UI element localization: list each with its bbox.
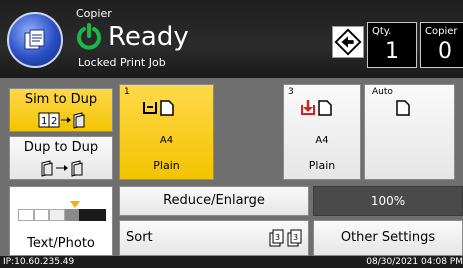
sort-button[interactable]: Sort 3 3	[119, 220, 309, 256]
dup-to-dup-label: Dup to Dup	[23, 140, 99, 155]
tray-3-number: 3	[288, 87, 294, 97]
dup-to-dup-icon	[41, 160, 83, 177]
density-step	[78, 209, 93, 221]
density-step	[92, 209, 107, 221]
tray-1-size: A4	[159, 135, 174, 146]
density-step	[65, 209, 79, 221]
dup-to-dup-button[interactable]: Dup to Dup	[9, 136, 113, 180]
copy-icon	[24, 29, 45, 50]
text-photo-label: Text/Photo	[27, 236, 95, 251]
tray-1-number: 1	[124, 87, 130, 97]
app-title: Copier	[76, 7, 112, 20]
copier-label: Copier	[425, 26, 458, 37]
density-step	[33, 209, 50, 221]
date-time: 08/30/2021 04:08 PM	[366, 257, 463, 267]
quantity-display: Qty. 1	[367, 22, 417, 68]
reduce-enlarge-label: Reduce/Enlarge	[163, 193, 265, 208]
tray-1-button[interactable]: 1 A4 Plain	[119, 84, 214, 180]
qty-value: 1	[385, 39, 399, 64]
density-marker-icon	[70, 201, 80, 208]
auto-paper-label: Auto	[372, 87, 393, 97]
reduce-enlarge-button[interactable]: Reduce/Enlarge	[119, 186, 309, 216]
ip-address: IP:10.60.235.49	[3, 257, 75, 267]
tray-1-type: Plain	[153, 159, 180, 172]
auto-paper-button[interactable]: Auto	[364, 84, 455, 180]
density-scale	[18, 209, 107, 221]
density-step	[18, 209, 34, 221]
zoom-ratio-value: 100%	[370, 194, 406, 208]
sim-to-dup-icon: 1 2	[38, 112, 85, 129]
other-settings-button[interactable]: Other Settings	[313, 220, 463, 256]
tray-paper-icon	[143, 100, 174, 116]
density-step	[49, 209, 66, 221]
other-settings-label: Other Settings	[340, 230, 436, 245]
sim-to-dup-button[interactable]: Sim to Dup 1 2	[9, 88, 113, 132]
tray-3-type: Plain	[308, 159, 336, 172]
copier-value: 0	[438, 39, 452, 64]
locked-print-job-label: Locked Print Job	[78, 56, 166, 69]
tray-3-size: A4	[315, 135, 329, 146]
svg-text:3: 3	[293, 233, 298, 242]
ready-power-icon	[77, 23, 101, 50]
status-bar: IP:10.60.235.49 08/30/2021 04:08 PM	[0, 256, 463, 268]
text-photo-button[interactable]: Text/Photo	[9, 186, 113, 256]
qty-label: Qty.	[372, 26, 392, 37]
tray-empty-icon	[301, 100, 332, 116]
check-status-button[interactable]	[332, 26, 364, 58]
header-bar: Copier Ready Locked Print Job Qty. 1 Cop…	[0, 0, 463, 78]
svg-text:2: 2	[51, 116, 57, 127]
sim-to-dup-label: Sim to Dup	[24, 92, 98, 107]
svg-text:3: 3	[275, 233, 280, 242]
ready-label: Ready	[108, 22, 189, 52]
copier-count-display: Copier 0	[420, 22, 463, 68]
zoom-ratio-display: 100%	[313, 186, 463, 216]
sort-icon: 3 3	[269, 229, 302, 247]
copier-app-badge[interactable]	[7, 12, 63, 68]
swap-arrows-icon	[334, 28, 362, 56]
paper-icon	[396, 100, 410, 116]
ready-status: Ready	[74, 22, 189, 52]
svg-text:1: 1	[41, 116, 47, 127]
tray-3-button[interactable]: 3 A4 Plain	[283, 84, 361, 180]
main-panel: Sim to Dup 1 2 Dup to Dup 1 A4 Plain 3 A…	[0, 78, 463, 256]
sort-label: Sort	[126, 230, 153, 245]
